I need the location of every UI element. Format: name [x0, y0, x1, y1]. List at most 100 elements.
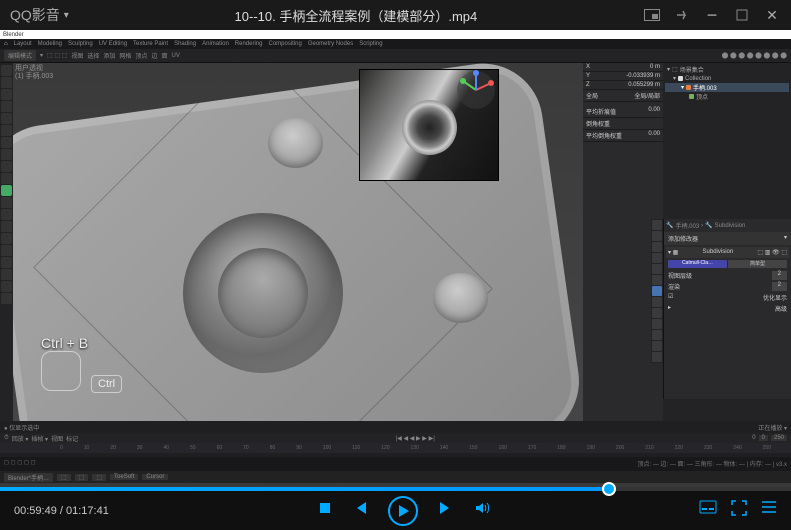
taskbar-item[interactable]: ⬚: [75, 474, 89, 481]
timeline-marker-menu[interactable]: 标记: [66, 434, 78, 443]
progress-thumb[interactable]: [602, 482, 616, 496]
tool-inset[interactable]: [1, 173, 12, 184]
viewport-3d[interactable]: 用户透视 (1) 手柄.003 Ctrl + B Ctrl: [13, 63, 583, 421]
tool-annotate[interactable]: [1, 137, 12, 148]
playback-menu[interactable]: 回放 ▾: [12, 434, 29, 443]
menu-add[interactable]: 添加: [103, 51, 115, 60]
prop-tab-view[interactable]: [652, 242, 662, 252]
tool-poly[interactable]: [1, 221, 12, 232]
modifier-name[interactable]: Subdivision: [703, 249, 734, 256]
tab-shading[interactable]: Shading: [174, 41, 196, 47]
taskbar-item[interactable]: ⬚: [92, 474, 106, 481]
video-content[interactable]: Blender ⌂ Layout Modeling Sculpting UV E…: [0, 30, 791, 487]
outliner-object[interactable]: 手柄.003: [693, 83, 717, 92]
next-track-button[interactable]: [438, 500, 454, 521]
keying-menu[interactable]: 插帧 ▾: [31, 434, 48, 443]
prop-tab-output[interactable]: [652, 231, 662, 241]
subdiv-render-level[interactable]: 2: [772, 282, 787, 291]
prop-tab-scene[interactable]: [652, 253, 662, 263]
tab-modeling[interactable]: Modeling: [38, 41, 62, 47]
transform-x[interactable]: 0 m: [650, 64, 660, 70]
tool-rip[interactable]: [1, 293, 12, 304]
minimize-button[interactable]: −: [703, 6, 721, 24]
taskbar-item[interactable]: Cursor: [142, 474, 168, 480]
tool-spin[interactable]: [1, 233, 12, 244]
menu-edge[interactable]: 边: [151, 51, 157, 60]
prop-tab-material[interactable]: [652, 341, 662, 351]
add-modifier-button[interactable]: 添加修改器▾: [664, 232, 791, 245]
tool-shrink[interactable]: [1, 269, 12, 280]
tool-bevel[interactable]: [1, 185, 12, 196]
subdiv-viewport-level[interactable]: 2: [772, 271, 787, 280]
tool-edge[interactable]: [1, 257, 12, 268]
menu-mesh[interactable]: 网格: [119, 51, 131, 60]
maximize-button[interactable]: [733, 6, 751, 24]
playing-status[interactable]: 正在播放 ▾: [758, 423, 787, 432]
tab-geo[interactable]: Geometry Nodes: [308, 41, 353, 47]
nav-gizmo[interactable]: [455, 69, 497, 111]
frame-start[interactable]: 0: [759, 435, 768, 441]
prop-tab-modifier[interactable]: [652, 286, 662, 296]
timeline-view-menu[interactable]: 视图: [51, 434, 63, 443]
close-button[interactable]: ✕: [763, 6, 781, 24]
tool-measure[interactable]: [1, 149, 12, 160]
taskbar-item[interactable]: Blender*手柄…: [4, 473, 53, 482]
tab-anim[interactable]: Animation: [202, 41, 229, 47]
outliner-scene[interactable]: 场景集合: [680, 65, 704, 74]
transform-z[interactable]: 0.055299 m: [628, 82, 660, 88]
prop-tab-constraints[interactable]: [652, 319, 662, 329]
tab-uv[interactable]: UV Editing: [99, 41, 127, 47]
prop-tab-world[interactable]: [652, 264, 662, 274]
optimal-display-checkbox[interactable]: 优化显示: [763, 293, 787, 302]
subdiv-type-simple[interactable]: 简单型: [728, 260, 787, 268]
prop-tab-object[interactable]: [652, 275, 662, 285]
tool-loopcut[interactable]: [1, 197, 12, 208]
shading-icons[interactable]: ⬤ ⬤ ⬤ ⬤ ⬤ ⬤ ⬤ ⬤: [722, 52, 787, 59]
transform-y[interactable]: -0.033939 m: [626, 73, 660, 79]
tool-rotate[interactable]: [1, 101, 12, 112]
prop-tab-texture[interactable]: [652, 352, 662, 362]
tool-cursor[interactable]: [1, 77, 12, 88]
tab-comp[interactable]: Compositing: [268, 41, 301, 47]
subdiv-type-catmull[interactable]: Catmull-Cla…: [668, 260, 727, 268]
pin-icon[interactable]: [673, 6, 691, 24]
tab-layout[interactable]: Layout: [14, 41, 32, 47]
tab-render[interactable]: Rendering: [235, 41, 263, 47]
tool-knife[interactable]: [1, 209, 12, 220]
taskbar-item[interactable]: ⬚: [57, 474, 71, 481]
play-pause-button[interactable]: [388, 496, 418, 526]
tab-texpaint[interactable]: Texture Paint: [133, 41, 168, 47]
progress-bar[interactable]: [0, 487, 791, 491]
tab-sculpting[interactable]: Sculpting: [68, 41, 93, 47]
prev-track-button[interactable]: [352, 500, 368, 521]
tool-extrude[interactable]: [1, 161, 12, 172]
mean-bevel-weight[interactable]: 0.00: [648, 131, 660, 140]
outliner-mesh-data[interactable]: 顶点: [696, 92, 708, 101]
prop-tab-data[interactable]: [652, 330, 662, 340]
menu-view[interactable]: 视图: [71, 51, 83, 60]
outliner-collection[interactable]: Collection: [685, 76, 711, 82]
tool-shear[interactable]: [1, 281, 12, 292]
mean-crease[interactable]: 0.00: [648, 107, 660, 116]
prop-tab-particles[interactable]: [652, 297, 662, 307]
menu-uv[interactable]: UV: [171, 53, 179, 59]
timeline-ruler[interactable]: 0102030405060708090100110120130140150160…: [0, 443, 791, 453]
tool-move[interactable]: [1, 89, 12, 100]
frame-end[interactable]: 250: [771, 435, 787, 441]
pip-icon[interactable]: [643, 6, 661, 24]
taskbar-item[interactable]: ToeSoft: [110, 474, 138, 480]
subtitle-button[interactable]: [699, 500, 717, 521]
tool-smooth[interactable]: [1, 245, 12, 256]
advanced-section[interactable]: 高级: [775, 304, 787, 313]
menu-face[interactable]: 面: [161, 51, 167, 60]
tab-script[interactable]: Scripting: [359, 41, 382, 47]
volume-button[interactable]: [474, 500, 490, 521]
transform-space[interactable]: 全局/局部: [634, 91, 660, 100]
tool-scale[interactable]: [1, 113, 12, 124]
prop-tab-physics[interactable]: [652, 308, 662, 318]
menu-vertex[interactable]: 顶点: [135, 51, 147, 60]
fullscreen-button[interactable]: [731, 500, 747, 521]
mode-selector[interactable]: 编辑模式: [4, 50, 36, 61]
prop-tab-render[interactable]: [652, 220, 662, 230]
menu-select[interactable]: 选择: [87, 51, 99, 60]
